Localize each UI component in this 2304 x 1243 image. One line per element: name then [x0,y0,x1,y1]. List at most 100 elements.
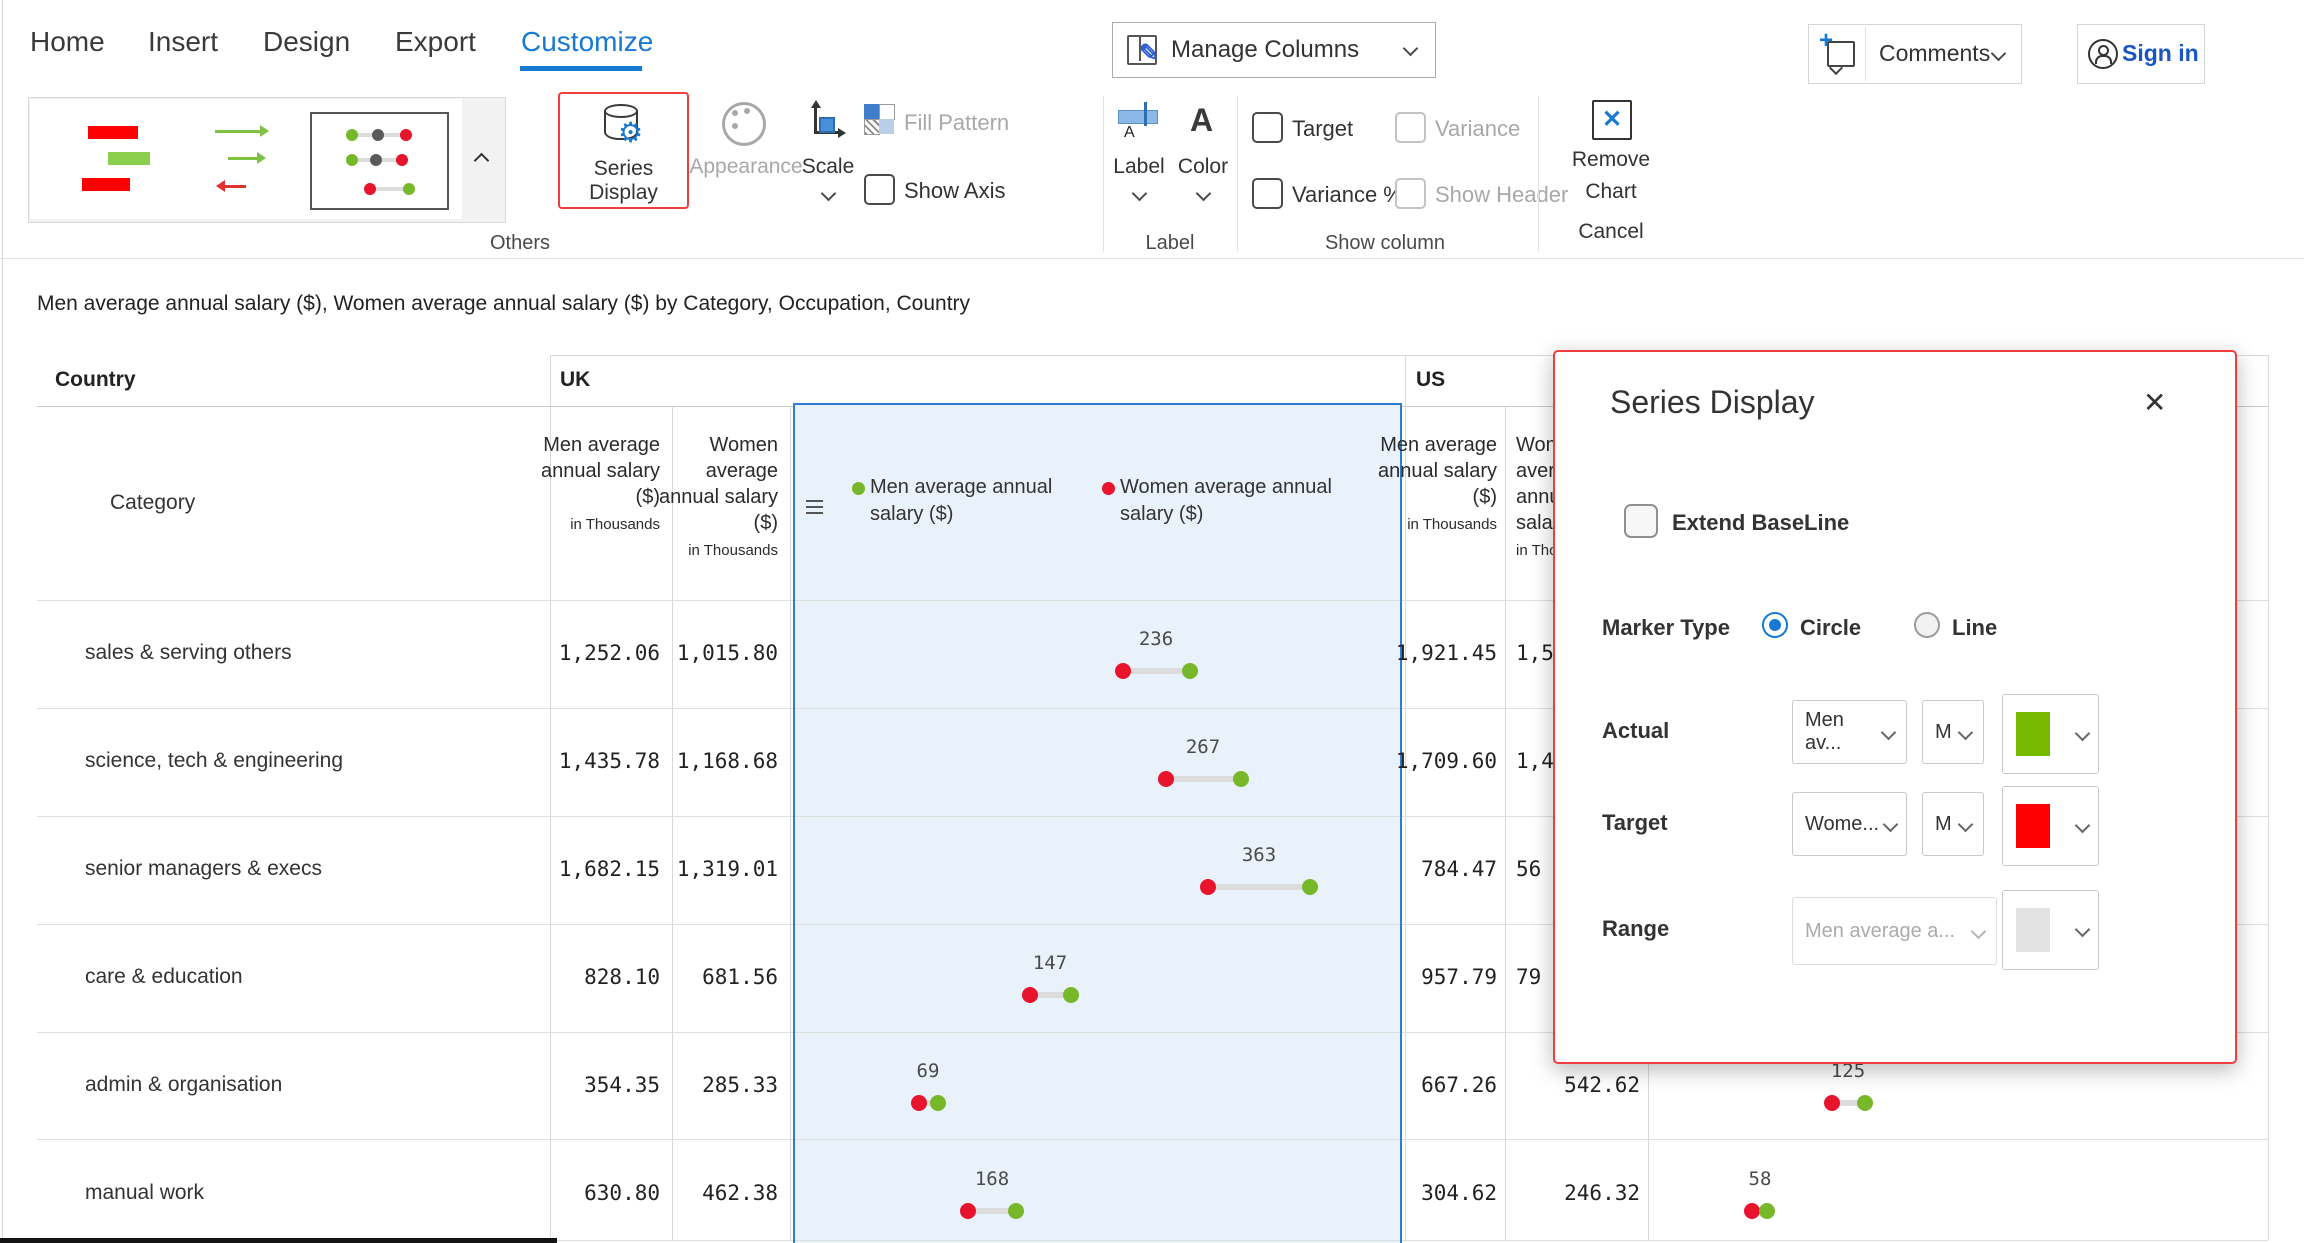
range-label: Range [1602,916,1669,942]
app-window: Home Insert Design Export Customize ✎ Ma… [0,0,2304,1243]
actual-color-picker[interactable] [2002,694,2099,774]
diff-label: 58 [1720,1168,1800,1190]
chevron-down-icon[interactable] [1132,186,1148,202]
uk-men-column-header[interactable]: Men average annual salary ($) in Thousan… [540,432,660,538]
chevron-down-icon [1958,816,1974,832]
target-series-value: Wome... [1805,813,1879,836]
row-category: manual work [85,1181,204,1205]
scale-icon-right-arrow [838,128,846,138]
thumbnail-arrow-chart[interactable] [200,104,300,212]
arrow-right-icon [215,130,261,133]
women-dot[interactable] [1200,879,1216,895]
women-dot[interactable] [960,1203,976,1219]
diff-label: 168 [952,1168,1032,1190]
marker-line-radio[interactable] [1914,612,1940,638]
women-dot[interactable] [1158,771,1174,787]
men-dot[interactable] [1233,771,1249,787]
manage-columns-button[interactable]: ✎ Manage Columns [1112,22,1436,78]
uk-women-value: 285.33 [658,1073,778,1097]
uk-men-value: 1,252.06 [540,641,660,665]
marker-circle-radio[interactable] [1762,612,1788,638]
men-dot[interactable] [1857,1095,1873,1111]
sign-in-button[interactable]: Sign in [2077,24,2205,84]
label-button[interactable]: A Label [1108,96,1170,212]
remove-chart-button[interactable]: ✕ Remove Chart Cancel [1556,96,1666,246]
uk-women-value: 1,015.80 [658,641,778,665]
gridline [37,1139,2268,1140]
menu-export[interactable]: Export [395,26,476,58]
row-category: admin & organisation [85,1073,282,1097]
chevron-down-icon [2075,726,2091,742]
actual-size-dropdown[interactable]: M [1922,700,1984,764]
color-icon-a: A [1190,102,1213,139]
menu-insert[interactable]: Insert [148,26,218,58]
variance-pct-checkbox[interactable] [1252,178,1283,209]
range-color-picker[interactable] [2002,890,2099,970]
men-dot[interactable] [1759,1203,1775,1219]
target-checkbox[interactable] [1252,112,1283,143]
bar-red [88,126,138,139]
cancel-label: Cancel [1556,220,1666,244]
uk-women-column-header[interactable]: Women average annual salary ($) in Thous… [658,432,778,564]
men-dot[interactable] [1063,987,1079,1003]
range-series-value: Men average a... [1805,920,1955,943]
chart-title: Men average annual salary ($), Women ave… [37,292,970,316]
uk-women-header-units: in Thousands [688,542,778,559]
men-dot[interactable] [930,1095,946,1111]
target-size-value: M [1935,813,1952,836]
scale-icon-square [819,117,835,133]
show-header-label: Show Header [1435,182,1568,208]
us-section-header: US [1416,368,1445,392]
red-dot [400,129,412,141]
menu-design[interactable]: Design [263,26,350,58]
target-size-dropdown[interactable]: M [1922,792,1984,856]
appearance-button[interactable]: Appearance [688,96,804,206]
actual-label: Actual [1602,718,1669,744]
women-dot[interactable] [911,1095,927,1111]
women-dot[interactable] [1744,1203,1760,1219]
palette-dot [744,108,750,114]
drag-handle-icon[interactable] [806,500,823,514]
menu-customize[interactable]: Customize [521,26,653,58]
us-men-value: 784.47 [1377,857,1497,881]
us-women-value: 246.32 [1520,1181,1640,1205]
gridline [790,406,791,1240]
show-axis-checkbox[interactable] [864,174,895,205]
bar-red [82,178,130,191]
plus-icon: + [1819,27,1833,55]
chevron-down-icon[interactable] [821,186,837,202]
women-dot[interactable] [1022,987,1038,1003]
range-color-swatch [2016,908,2050,952]
us-men-column-header[interactable]: Men average annual salary ($) in Thousan… [1377,432,1497,538]
women-dot[interactable] [1115,663,1131,679]
legend-women-label: Women average annual salary ($) [1120,474,1365,528]
extend-baseline-checkbox[interactable] [1624,504,1658,538]
red-dot [396,154,408,166]
actual-series-dropdown[interactable]: Men av... [1792,700,1907,764]
close-icon[interactable]: ✕ [2143,386,2166,419]
actual-series-value: Men av... [1805,709,1877,755]
chevron-down-icon[interactable] [1196,186,1212,202]
color-button[interactable]: A Color [1172,96,1234,212]
show-header-checkbox[interactable] [1395,178,1426,209]
row-category: science, tech & engineering [85,749,343,773]
comments-button[interactable]: + Comments [1808,24,2022,84]
fill-pattern-label[interactable]: Fill Pattern [904,110,1074,136]
menu-home[interactable]: Home [30,26,105,58]
series-display-button[interactable]: ⚙ Series Display [558,92,689,209]
uk-men-value: 1,682.15 [540,857,660,881]
thumbnail-dot-plot-selected[interactable] [310,112,449,210]
label-icon-handle [1144,102,1147,126]
actual-size-value: M [1935,721,1952,744]
target-series-dropdown[interactable]: Wome... [1792,792,1907,856]
scale-button[interactable]: Scale [796,96,860,212]
selected-chart-column[interactable] [793,403,1402,1243]
women-dot[interactable] [1824,1095,1840,1111]
manage-columns-label: Manage Columns [1171,36,1359,64]
men-dot[interactable] [1008,1203,1024,1219]
variance-checkbox[interactable] [1395,112,1426,143]
target-color-picker[interactable] [2002,786,2099,866]
men-dot[interactable] [1302,879,1318,895]
thumbnail-bar-chart[interactable] [60,104,190,212]
men-dot[interactable] [1182,663,1198,679]
